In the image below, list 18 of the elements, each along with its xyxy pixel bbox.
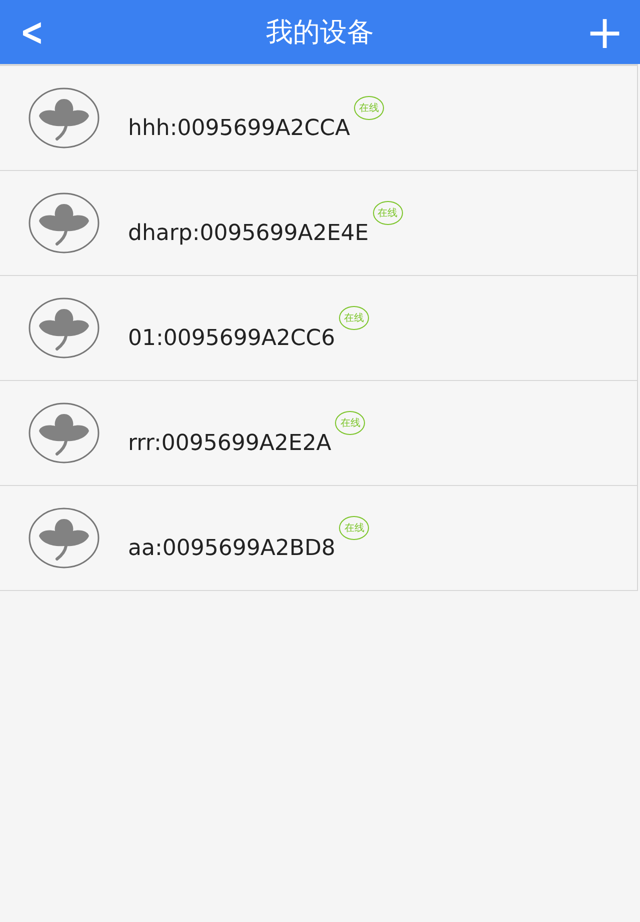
online-badge: 在线 <box>354 96 384 120</box>
leaf-icon <box>28 297 100 359</box>
device-name: dharp:0095699A2E4E <box>128 220 369 246</box>
device-name: hhh:0095699A2CCA <box>128 116 350 140</box>
leaf-icon <box>28 192 100 254</box>
back-button[interactable]: < <box>16 10 47 54</box>
online-badge: 在线 <box>335 410 366 434</box>
device-name: 01:0095699A2CC6 <box>128 326 336 350</box>
add-button[interactable]: + <box>581 9 628 55</box>
device-name: rrr:0095699A2E2A <box>128 430 332 456</box>
leaf-icon <box>28 87 100 149</box>
leaf-icon <box>28 402 100 464</box>
leaf-icon <box>28 507 100 569</box>
online-badge: 在线 <box>372 200 403 224</box>
page-title: 我的设备 <box>266 16 374 50</box>
device-name: aa:0095699A2BD8 <box>128 536 336 560</box>
online-badge: 在线 <box>339 306 370 330</box>
online-badge: 在线 <box>339 516 370 540</box>
